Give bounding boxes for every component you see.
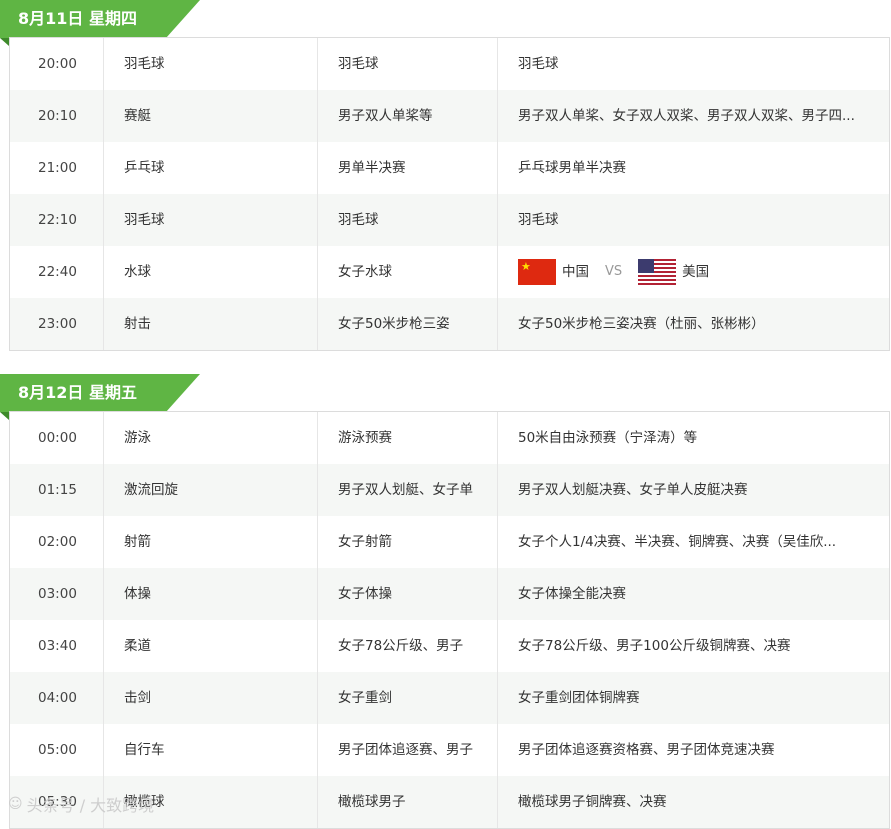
sport-cell: 射击 [104,298,318,350]
event-cell: 女子体操 [318,568,498,620]
table-row[interactable]: 22:10 羽毛球 羽毛球 羽毛球 [10,194,889,246]
time-cell: 20:10 [10,90,104,142]
table-row[interactable]: 01:15 激流回旋 男子双人划艇、女子单 男子双人划艇决赛、女子单人皮艇决赛 [10,464,889,516]
match-cell: ★ 中国 VS 美国 [498,246,889,298]
detail-cell: 女子个人1/4决赛、半决赛、铜牌赛、决赛（吴佳欣... [518,534,837,550]
time-cell: 03:00 [10,568,104,620]
event-cell: 男子团体追逐赛、男子 [318,724,498,776]
event-cell: 女子78公斤级、男子 [318,620,498,672]
sport-cell: 赛艇 [104,90,318,142]
sport-cell: 射箭 [104,516,318,568]
time-cell: 22:40 [10,246,104,298]
table-row[interactable]: 02:00 射箭 女子射箭 女子个人1/4决赛、半决赛、铜牌赛、决赛（吴佳欣..… [10,516,889,568]
event-cell: 男子双人单桨等 [318,90,498,142]
time-cell: 22:10 [10,194,104,246]
sport-cell: 自行车 [104,724,318,776]
detail-cell: 女子重剑团体铜牌赛 [518,690,640,706]
table-row[interactable]: 04:00 击剑 女子重剑 女子重剑团体铜牌赛 [10,672,889,724]
time-cell: 00:00 [10,412,104,464]
sport-cell: 游泳 [104,412,318,464]
table-row[interactable]: 05:00 自行车 男子团体追逐赛、男子 男子团体追逐赛资格赛、男子团体竞速决赛 [10,724,889,776]
sport-cell: 击剑 [104,672,318,724]
event-cell: 羽毛球 [318,38,498,90]
detail-cell: 乒乓球男单半决赛 [518,160,626,176]
sport-cell: 柔道 [104,620,318,672]
ribbon-fold [0,38,9,46]
event-cell: 女子重剑 [318,672,498,724]
detail-cell: 羽毛球 [518,212,559,228]
schedule-table: 00:00 游泳 游泳预赛 50米自由泳预赛（宁泽涛）等 01:15 激流回旋 … [9,411,890,829]
detail-cell: 橄榄球男子铜牌赛、决赛 [518,794,667,810]
table-row[interactable]: 00:00 游泳 游泳预赛 50米自由泳预赛（宁泽涛）等 [10,412,889,464]
sport-cell: 体操 [104,568,318,620]
detail-cell: 50米自由泳预赛（宁泽涛）等 [518,430,698,446]
table-row[interactable]: 03:00 体操 女子体操 女子体操全能决赛 [10,568,889,620]
event-cell: 橄榄球男子 [318,776,498,828]
day-header: 8月12日 星期五 [0,374,891,420]
detail-cell: 羽毛球 [518,56,559,72]
event-cell: 女子50米步枪三姿 [318,298,498,350]
detail-cell: 男子双人单桨、女子双人双桨、男子双人双桨、男子四... [518,108,855,124]
watermark-logo-icon: ☺ [8,796,23,812]
time-cell: 02:00 [10,516,104,568]
team1-name: 中国 [562,264,589,280]
table-row[interactable]: 23:00 射击 女子50米步枪三姿 女子50米步枪三姿决赛（杜丽、张彬彬） [10,298,889,350]
schedule-table: 20:00 羽毛球 羽毛球 羽毛球 20:10 赛艇 男子双人单桨等 男子双人单… [9,37,890,351]
day-section-aug11: 8月11日 星期四 20:00 羽毛球 羽毛球 羽毛球 20:10 赛艇 男子双… [0,0,891,351]
vs-label: VS [605,264,623,279]
event-cell: 男子双人划艇、女子单 [318,464,498,516]
sport-cell: 乒乓球 [104,142,318,194]
time-cell: 05:00 [10,724,104,776]
watermark-text: 头条号 / 大致跨境 [26,796,155,815]
table-row[interactable]: 22:40 水球 女子水球 ★ 中国 VS 美国 [10,246,889,298]
detail-cell: 女子78公斤级、男子100公斤级铜牌赛、决赛 [518,638,791,654]
event-cell: 男单半决赛 [318,142,498,194]
sport-cell: 水球 [104,246,318,298]
sport-cell: 羽毛球 [104,38,318,90]
time-cell: 20:00 [10,38,104,90]
time-cell: 04:00 [10,672,104,724]
table-row[interactable]: 20:00 羽毛球 羽毛球 羽毛球 [10,38,889,90]
china-flag-icon: ★ [518,259,556,285]
event-cell: 游泳预赛 [318,412,498,464]
day-title: 8月12日 星期五 [18,383,137,402]
table-row[interactable]: 20:10 赛艇 男子双人单桨等 男子双人单桨、女子双人双桨、男子双人双桨、男子… [10,90,889,142]
detail-cell: 女子50米步枪三姿决赛（杜丽、张彬彬） [518,316,765,332]
table-row[interactable]: 03:40 柔道 女子78公斤级、男子 女子78公斤级、男子100公斤级铜牌赛、… [10,620,889,672]
usa-flag-icon [638,259,677,285]
day-header: 8月11日 星期四 [0,0,891,46]
time-cell: 01:15 [10,464,104,516]
event-cell: 羽毛球 [318,194,498,246]
day-section-aug12: 8月12日 星期五 00:00 游泳 游泳预赛 50米自由泳预赛（宁泽涛）等 0… [0,374,891,829]
time-cell: 03:40 [10,620,104,672]
time-cell: 23:00 [10,298,104,350]
table-row[interactable]: 21:00 乒乓球 男单半决赛 乒乓球男单半决赛 [10,142,889,194]
event-cell: 女子水球 [318,246,498,298]
detail-cell: 女子体操全能决赛 [518,586,626,602]
event-cell: 女子射箭 [318,516,498,568]
sport-cell: 激流回旋 [104,464,318,516]
time-cell: 21:00 [10,142,104,194]
detail-cell: 男子团体追逐赛资格赛、男子团体竞速决赛 [518,742,775,758]
sport-cell: 羽毛球 [104,194,318,246]
match-teams: ★ 中国 VS 美国 [518,246,889,298]
ribbon-fold [0,412,9,420]
detail-cell: 男子双人划艇决赛、女子单人皮艇决赛 [518,482,748,498]
watermark: ☺ 头条号 / 大致跨境 [8,792,154,816]
day-title: 8月11日 星期四 [18,9,137,28]
team2-name: 美国 [682,264,710,280]
